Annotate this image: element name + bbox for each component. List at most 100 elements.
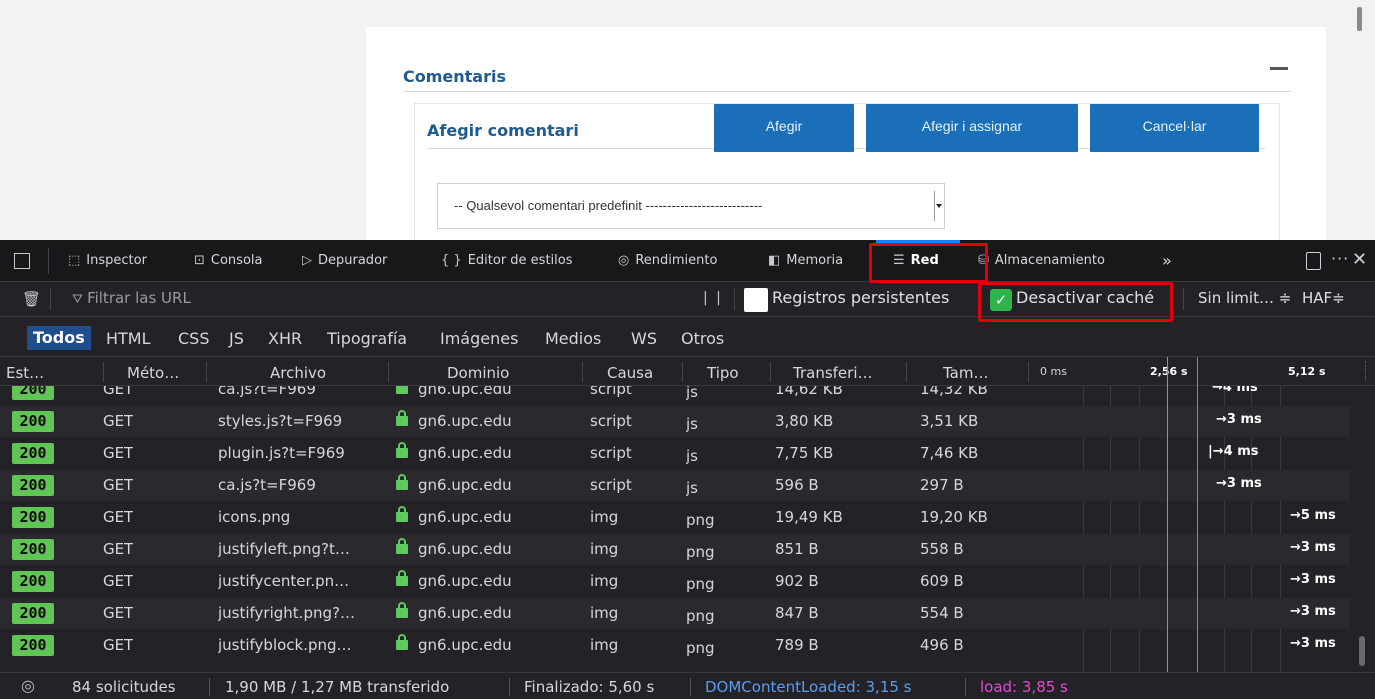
request-size: 14,32 KB xyxy=(920,386,988,398)
performance-analysis-icon[interactable]: ◎ xyxy=(21,676,35,695)
filter-icon: ⛛ xyxy=(72,292,88,307)
chevron-down-icon[interactable] xyxy=(934,191,942,221)
pause-icon[interactable]: | | xyxy=(703,290,723,306)
section-divider xyxy=(403,91,1291,92)
collapse-icon[interactable] xyxy=(1270,67,1288,70)
domcontentloaded-time: DOMContentLoaded: 3,15 s xyxy=(705,678,912,696)
har-menu[interactable]: HAF≑ xyxy=(1302,289,1345,307)
type-filter-other[interactable]: Otros xyxy=(681,329,724,348)
request-timing: →5 ms xyxy=(1290,508,1336,523)
tab-style-editor[interactable]: { } Editor de estilos xyxy=(441,240,573,282)
request-transferred: 847 B xyxy=(775,604,819,622)
type-filter-images[interactable]: Imágenes xyxy=(440,329,518,348)
throttling-select[interactable]: Sin limit… ≑ xyxy=(1198,289,1291,307)
type-filter-media[interactable]: Medios xyxy=(545,329,601,348)
request-domain: gn6.upc.edu xyxy=(418,540,512,558)
request-timing: →3 ms xyxy=(1290,572,1336,587)
column-method[interactable]: Méto… xyxy=(127,364,179,382)
close-icon[interactable]: ✕ xyxy=(1352,249,1367,270)
status-code: 200 xyxy=(12,475,54,496)
style-editor-icon: { } xyxy=(441,253,462,268)
table-row[interactable]: 200 GET justifycenter.pn… gn6.upc.edu img png… xyxy=(0,566,1350,597)
column-type[interactable]: Tipo xyxy=(707,364,739,382)
column-status[interactable]: Est… xyxy=(6,364,44,382)
request-domain: gn6.upc.edu xyxy=(418,412,512,430)
more-tabs-button[interactable]: » xyxy=(1162,240,1172,282)
load-time: load: 3,85 s xyxy=(980,678,1068,696)
column-resize-handle[interactable] xyxy=(1365,361,1366,381)
tab-label: Almacenamiento xyxy=(994,253,1105,268)
element-picker-icon[interactable] xyxy=(14,253,30,269)
request-type-filter-bar: Todos HTML CSS JS XHR Tipografía Imágene… xyxy=(0,317,1375,357)
lock-icon xyxy=(396,410,408,426)
requests-scrollbar[interactable] xyxy=(1359,636,1365,666)
request-cause: script xyxy=(590,444,632,462)
request-transferred: 3,80 KB xyxy=(775,412,834,430)
toolbar-divider xyxy=(48,248,49,274)
tab-network[interactable]: ☰ Red xyxy=(893,240,939,282)
tab-label: Depurador xyxy=(318,253,388,268)
page-scrollbar[interactable] xyxy=(1357,7,1362,31)
column-domain[interactable]: Dominio xyxy=(447,364,509,382)
type-filter-xhr[interactable]: XHR xyxy=(268,329,302,348)
request-type: js xyxy=(686,479,698,497)
tab-memory[interactable]: ◧ Memoria xyxy=(768,240,843,282)
devtools-panel: ⬚ Inspector ⊡ Consola ▷ Depurador { } Editor… xyxy=(0,240,1375,699)
tab-inspector[interactable]: ⬚ Inspector xyxy=(68,240,147,282)
request-method: GET xyxy=(103,540,134,558)
transferred-total: 1,90 MB / 1,27 MB transferido xyxy=(225,678,450,696)
column-cause[interactable]: Causa xyxy=(607,364,653,382)
type-filter-html[interactable]: HTML xyxy=(106,329,151,348)
persist-logs-checkbox[interactable] xyxy=(744,288,768,312)
request-domain: gn6.upc.edu xyxy=(418,636,512,654)
column-file[interactable]: Archivo xyxy=(270,364,326,382)
request-type: png xyxy=(686,511,715,529)
type-filter-fonts[interactable]: Tipografía xyxy=(327,329,407,348)
waterfall-tick-label: 5,12 s xyxy=(1288,365,1326,378)
type-filter-all[interactable]: Todos xyxy=(27,326,91,350)
add-and-assign-button[interactable]: Afegir i assignar xyxy=(866,104,1078,152)
disable-cache-label: Desactivar caché xyxy=(1016,288,1155,307)
url-filter-input[interactable]: ⛛ Filtrar las URL xyxy=(72,289,191,307)
request-domain: gn6.upc.edu xyxy=(418,604,512,622)
cancel-button[interactable]: Cancel·lar xyxy=(1090,104,1259,152)
section-title: Comentaris xyxy=(403,67,506,86)
request-cause: img xyxy=(590,572,619,590)
add-button[interactable]: Afegir xyxy=(714,104,854,152)
request-transferred: 14,62 KB xyxy=(775,386,843,398)
column-divider xyxy=(1028,362,1029,382)
tab-storage[interactable]: ⛁ Almacenamiento xyxy=(978,240,1105,282)
type-filter-ws[interactable]: WS xyxy=(631,329,657,348)
tab-label: Rendimiento xyxy=(635,253,718,268)
predefined-comment-select[interactable]: -- Qualsevol comentari predefinit ------… xyxy=(437,183,945,229)
tab-performance[interactable]: ◎ Rendimiento xyxy=(618,240,717,282)
disable-cache-checkbox[interactable]: ✓ xyxy=(990,289,1012,311)
request-timing: →4 ms xyxy=(1212,386,1258,395)
table-row[interactable]: 200 GET ca.js?t=F969 gn6.upc.edu script js 14,… xyxy=(0,386,1350,405)
memory-icon: ◧ xyxy=(768,253,781,268)
tab-debugger[interactable]: ▷ Depurador xyxy=(302,240,387,282)
request-file: justifyright.png?… xyxy=(218,604,355,622)
column-transferred[interactable]: Transferi… xyxy=(793,364,872,382)
table-row[interactable]: 200 GET ca.js?t=F969 gn6.upc.edu script js 596… xyxy=(0,470,1350,501)
load-marker xyxy=(1197,357,1198,672)
type-filter-css[interactable]: CSS xyxy=(178,329,209,348)
trash-icon[interactable]: 🗑 xyxy=(22,290,41,308)
lock-icon xyxy=(396,474,408,490)
column-size[interactable]: Tam… xyxy=(943,364,988,382)
request-cause: img xyxy=(590,508,619,526)
request-cause: script xyxy=(590,386,632,398)
status-code: 200 xyxy=(12,386,54,400)
table-row[interactable]: 200 GET justifyleft.png?t… gn6.upc.edu img pn… xyxy=(0,534,1350,565)
type-filter-js[interactable]: JS xyxy=(229,329,244,348)
table-row[interactable]: 200 GET icons.png gn6.upc.edu img png 19,49 KB… xyxy=(0,502,1350,533)
tab-label: Red xyxy=(910,253,939,268)
table-row[interactable]: 200 GET justifyright.png?… gn6.upc.edu img pn… xyxy=(0,598,1350,629)
table-row[interactable]: 200 GET styles.js?t=F969 gn6.upc.edu script j… xyxy=(0,406,1350,437)
request-cause: img xyxy=(590,636,619,654)
tab-console[interactable]: ⊡ Consola xyxy=(194,240,262,282)
table-row[interactable]: 200 GET plugin.js?t=F969 gn6.upc.edu script j… xyxy=(0,438,1350,469)
overflow-menu-icon[interactable]: ··· xyxy=(1331,249,1349,268)
table-row[interactable]: 200 GET justifyblock.png… gn6.upc.edu img png… xyxy=(0,630,1350,661)
dock-icon[interactable] xyxy=(1306,252,1321,270)
